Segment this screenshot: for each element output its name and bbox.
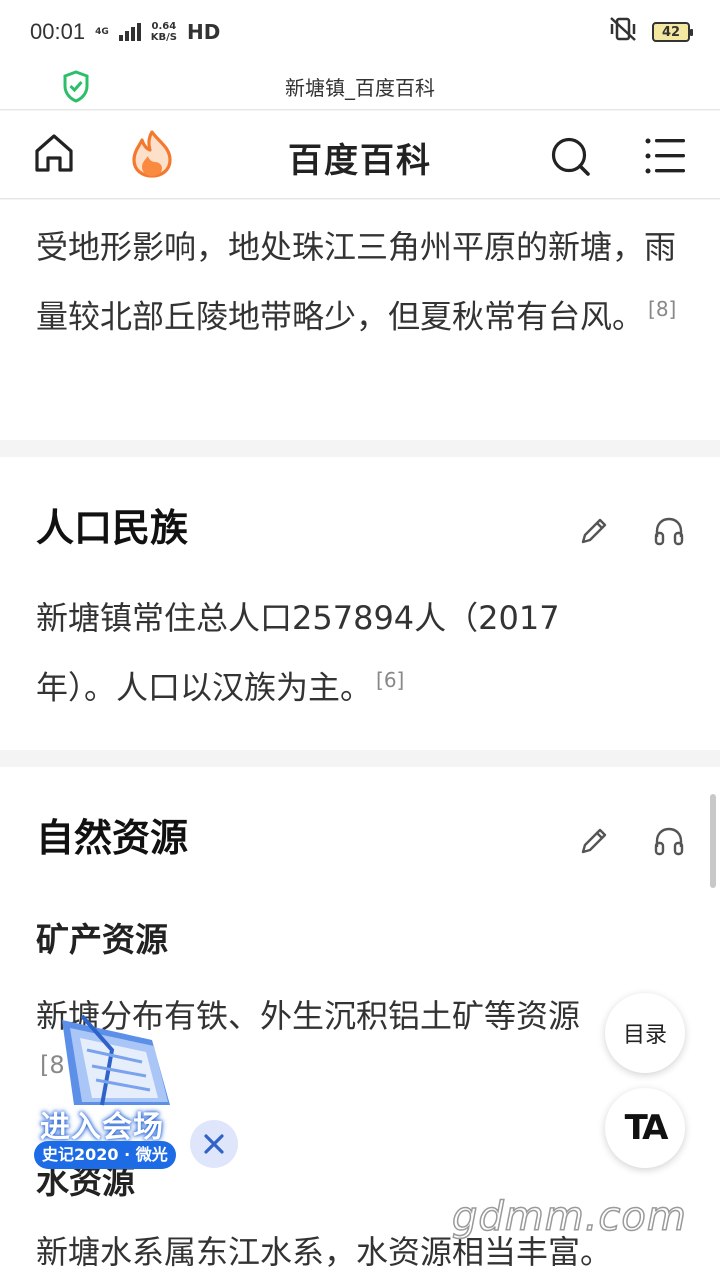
promo-close-button[interactable] — [190, 1120, 238, 1168]
page-title: 新塘镇_百度百科 — [285, 76, 435, 100]
promo-main-text[interactable]: 进入会场 — [40, 1102, 164, 1146]
status-bar: 00:01 4G 0.64 KB/S HD 42 — [0, 0, 720, 64]
climate-paragraph: 受地形影响，地处珠江三角州平原的新塘，雨量较北部丘陵地带略少，但夏秋常有台风。[… — [0, 200, 720, 348]
ta-label: TA — [624, 1108, 669, 1148]
close-icon — [204, 1134, 224, 1154]
population-citation[interactable]: [6] — [376, 668, 404, 692]
population-text: 新塘镇常住总人口257894人（2017年）。人口以汉族为主。 — [36, 599, 560, 707]
promo-sub-text[interactable]: 史记2020 · 微光 — [34, 1141, 176, 1169]
scrollbar[interactable] — [710, 794, 716, 888]
search-icon[interactable] — [549, 135, 593, 183]
section-heading-population: 人口民族 — [36, 506, 189, 550]
speed-value: 0.64 — [151, 21, 177, 32]
section-heading-resources: 自然资源 — [36, 816, 189, 860]
headphones-listen-icon[interactable] — [652, 515, 686, 551]
toc-button[interactable]: 目录 — [605, 993, 685, 1073]
climate-card: 受地形影响，地处珠江三角州平原的新塘，雨量较北部丘陵地带略少，但夏秋常有台风。[… — [0, 200, 720, 440]
speed-unit: KB/S — [150, 32, 177, 43]
toc-label: 目录 — [622, 1023, 667, 1048]
battery-level: 42 — [661, 24, 681, 40]
network-speed: 0.64 KB/S — [151, 21, 177, 43]
top-nav: 百度百科 — [0, 111, 720, 199]
watermark: gdmm.com — [451, 1193, 687, 1241]
status-time: 00:01 — [30, 19, 86, 44]
population-paragraph: 新塘镇常住总人口257894人（2017年）。人口以汉族为主。 [6] — [0, 587, 650, 719]
population-card: 人口民族 新塘镇常住总人口257894人（2017年）。人口以汉族为主。 [6] — [0, 457, 720, 750]
edit-pencil-icon[interactable] — [578, 515, 610, 551]
menu-icon[interactable] — [644, 137, 688, 179]
headphones-listen-icon[interactable] — [652, 825, 686, 861]
climate-citation[interactable]: [8] — [648, 297, 676, 321]
ta-button[interactable]: TA — [605, 1088, 685, 1168]
hd-indicator: HD — [186, 20, 221, 44]
climate-text: 受地形影响，地处珠江三角州平原的新塘，雨量较北部丘陵地带略少，但夏秋常有台风。 — [36, 228, 677, 336]
site-title: 百度百科 — [288, 141, 432, 181]
battery-icon: 42 — [652, 22, 693, 42]
security-shield-icon[interactable] — [62, 70, 90, 108]
subheading-minerals: 矿产资源 — [36, 920, 168, 959]
browser-url-bar[interactable]: 新塘镇_百度百科 — [0, 64, 720, 110]
edit-pencil-icon[interactable] — [578, 825, 610, 861]
network-type: 4G — [95, 27, 109, 37]
book-illustration-icon — [62, 1014, 170, 1106]
vibrate-mute-icon — [608, 16, 638, 48]
signal-icon — [118, 23, 141, 41]
